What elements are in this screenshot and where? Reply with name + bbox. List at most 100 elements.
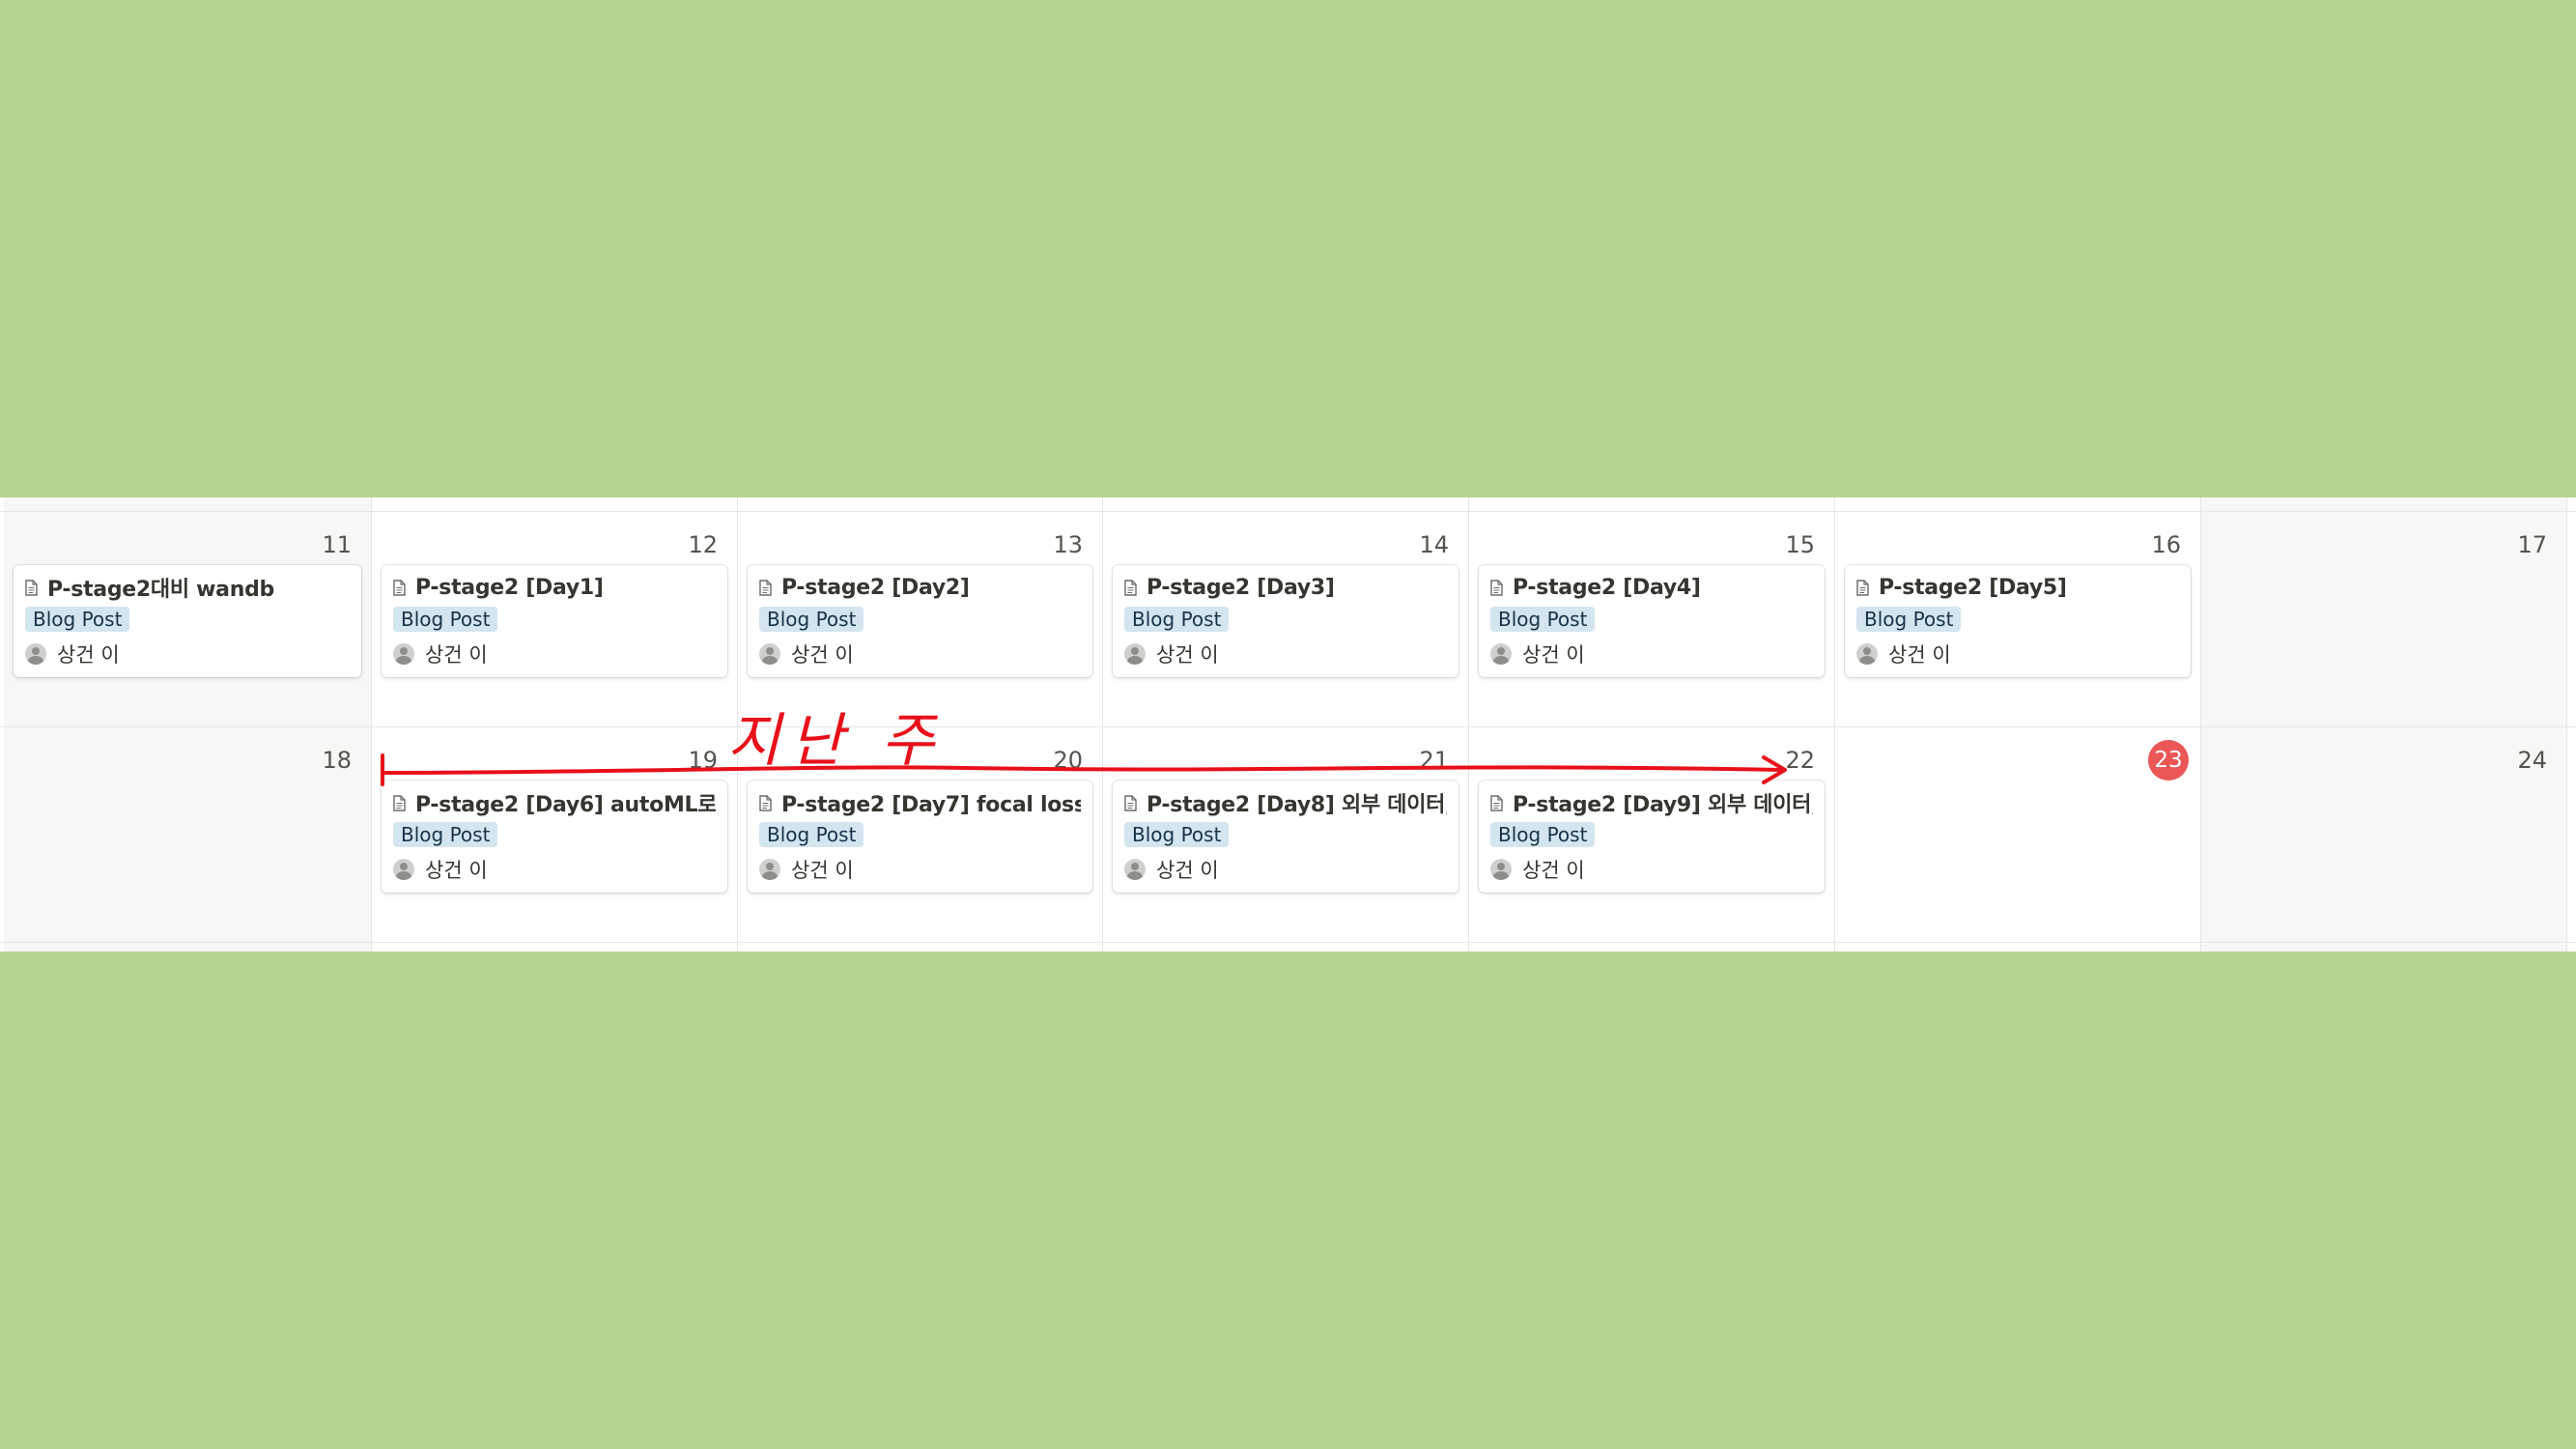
event-person-line: 상건 이 <box>1490 855 1813 884</box>
day-number: 19 <box>688 747 718 774</box>
event-title-line: P-stage2 [Day7] focal loss, 다... <box>759 788 1081 817</box>
calendar-day-cell[interactable]: 14 P-stage2 [Day3] Blog Post 상건 이 <box>1103 512 1469 726</box>
event-card[interactable]: P-stage2 [Day5] Blog Post 상건 이 <box>1845 565 2191 677</box>
event-title-line: P-stage2대비 wandb <box>25 573 350 602</box>
tag-badge: Blog Post <box>393 822 498 847</box>
day-number: 20 <box>1053 747 1083 774</box>
calendar-day-cell[interactable]: 23 <box>1835 727 2201 942</box>
day-number: 11 <box>322 531 352 558</box>
calendar-cell <box>4 943 372 952</box>
event-title: P-stage2 [Day4] <box>1513 575 1701 600</box>
calendar-day-cell[interactable]: 24 <box>2201 727 2567 942</box>
event-card[interactable]: P-stage2 [Day9] 외부 데이터, Blog Post 상건 이 <box>1479 781 1825 893</box>
event-person-line: 상건 이 <box>25 639 350 668</box>
calendar-cell <box>1835 497 2201 511</box>
calendar-day-cell[interactable]: 22 P-stage2 [Day9] 외부 데이터, Blog Post 상건 이 <box>1469 727 1835 942</box>
event-person-line: 상건 이 <box>393 855 716 884</box>
page-doc-icon <box>1490 579 1503 596</box>
page-doc-icon <box>1490 794 1503 811</box>
event-title-line: P-stage2 [Day6] autoML로 인... <box>393 788 716 817</box>
event-card[interactable]: P-stage2 [Day4] Blog Post 상건 이 <box>1479 565 1825 677</box>
avatar-icon <box>1490 859 1512 880</box>
event-title: P-stage2 [Day5] <box>1879 575 2067 600</box>
page-doc-icon <box>1856 579 1869 596</box>
event-title: P-stage2 [Day1] <box>415 575 604 600</box>
event-tag-line: Blog Post <box>1490 822 1813 849</box>
event-title: P-stage2 [Day3] <box>1146 575 1335 600</box>
event-card[interactable]: P-stage2 [Day8] 외부 데이터, ... Blog Post 상건 이 <box>1113 781 1458 893</box>
tag-badge: Blog Post <box>393 607 498 632</box>
person-name: 상건 이 <box>1522 859 1585 882</box>
avatar-icon <box>393 643 414 665</box>
event-title: P-stage2 [Day9] 외부 데이터, <box>1513 793 1813 817</box>
person-name: 상건 이 <box>1156 859 1219 882</box>
event-tag-line: Blog Post <box>759 822 1081 849</box>
avatar-icon <box>1856 643 1878 665</box>
page-doc-icon <box>759 794 772 811</box>
person-name: 상건 이 <box>425 643 488 667</box>
calendar-cell <box>738 497 1103 511</box>
page-doc-icon <box>25 579 38 596</box>
calendar-day-cell[interactable]: 15 P-stage2 [Day4] Blog Post 상건 이 <box>1469 512 1835 726</box>
page-doc-icon <box>393 579 406 596</box>
event-card[interactable]: P-stage2 [Day3] Blog Post 상건 이 <box>1113 565 1458 677</box>
event-tag-line: Blog Post <box>393 607 716 634</box>
day-number: 12 <box>688 531 718 558</box>
calendar-day-cell[interactable]: 16 P-stage2 [Day5] Blog Post 상건 이 <box>1835 512 2201 726</box>
event-tag-line: Blog Post <box>1856 607 2179 634</box>
event-person-line: 상건 이 <box>1856 639 2179 668</box>
calendar-cell <box>2201 943 2567 952</box>
avatar-icon <box>393 859 414 880</box>
page-doc-icon <box>759 579 772 596</box>
day-number: 24 <box>2517 747 2547 774</box>
event-person-line: 상건 이 <box>393 639 716 668</box>
page-doc-icon <box>1124 579 1137 596</box>
tag-badge: Blog Post <box>759 607 864 632</box>
event-title: P-stage2대비 wandb <box>47 578 274 602</box>
page-doc-icon <box>1124 794 1137 811</box>
tag-badge: Blog Post <box>1856 607 1962 632</box>
avatar-icon <box>25 643 46 665</box>
today-date-badge: 23 <box>2148 740 2189 781</box>
calendar-day-cell[interactable]: 13 P-stage2 [Day2] Blog Post 상건 이 <box>738 512 1103 726</box>
avatar-icon <box>1490 643 1512 665</box>
calendar-day-cell[interactable]: 21 P-stage2 [Day8] 외부 데이터, ... Blog Post 상건… <box>1103 727 1469 942</box>
event-card[interactable]: P-stage2 [Day1] Blog Post 상건 이 <box>382 565 727 677</box>
event-tag-line: Blog Post <box>25 607 350 634</box>
day-number: 22 <box>1785 747 1815 774</box>
tag-badge: Blog Post <box>1490 822 1596 847</box>
event-title: P-stage2 [Day6] autoML로 인... <box>415 793 716 817</box>
person-name: 상건 이 <box>1888 643 1951 667</box>
calendar-cell <box>1103 943 1469 952</box>
avatar-icon <box>759 643 780 665</box>
event-card[interactable]: P-stage2 [Day2] Blog Post 상건 이 <box>748 565 1092 677</box>
event-card[interactable]: P-stage2 [Day6] autoML로 인... Blog Post 상건 … <box>382 781 727 893</box>
calendar-cell <box>2201 497 2567 511</box>
calendar-day-cell[interactable]: 19 P-stage2 [Day6] autoML로 인... Blog Post 상… <box>372 727 738 942</box>
calendar-week: 18 19 P-stage2 [Day6] autoML로 인... Blog Pos… <box>0 726 2576 942</box>
avatar-icon <box>1124 859 1146 880</box>
day-number: 14 <box>1419 531 1449 558</box>
event-title: P-stage2 [Day8] 외부 데이터, ... <box>1146 793 1447 817</box>
calendar-day-cell[interactable]: 17 <box>2201 512 2567 726</box>
person-name: 상건 이 <box>425 859 488 882</box>
tag-badge: Blog Post <box>1490 607 1596 632</box>
event-title-line: P-stage2 [Day4] <box>1490 573 1813 602</box>
event-card[interactable]: P-stage2 [Day7] focal loss, 다... Blog Pos… <box>748 781 1092 893</box>
calendar-day-cell[interactable]: 20 P-stage2 [Day7] focal loss, 다... Blog P… <box>738 727 1103 942</box>
page-doc-icon <box>393 794 406 811</box>
calendar-cell <box>372 497 738 511</box>
event-person-line: 상건 이 <box>1490 639 1813 668</box>
day-number: 16 <box>2151 531 2181 558</box>
day-number: 15 <box>1785 531 1815 558</box>
calendar-day-cell[interactable]: 11 P-stage2대비 wandb Blog Post 상건 이 <box>4 512 372 726</box>
event-title-line: P-stage2 [Day9] 외부 데이터, <box>1490 788 1813 817</box>
event-tag-line: Blog Post <box>393 822 716 849</box>
person-name: 상건 이 <box>791 859 854 882</box>
day-number: 13 <box>1053 531 1083 558</box>
event-title-line: P-stage2 [Day5] <box>1856 573 2179 602</box>
calendar-day-cell[interactable]: 18 <box>4 727 372 942</box>
calendar-day-cell[interactable]: 12 P-stage2 [Day1] Blog Post 상건 이 <box>372 512 738 726</box>
event-card[interactable]: P-stage2대비 wandb Blog Post 상건 이 <box>14 565 361 677</box>
event-person-line: 상건 이 <box>1124 855 1447 884</box>
